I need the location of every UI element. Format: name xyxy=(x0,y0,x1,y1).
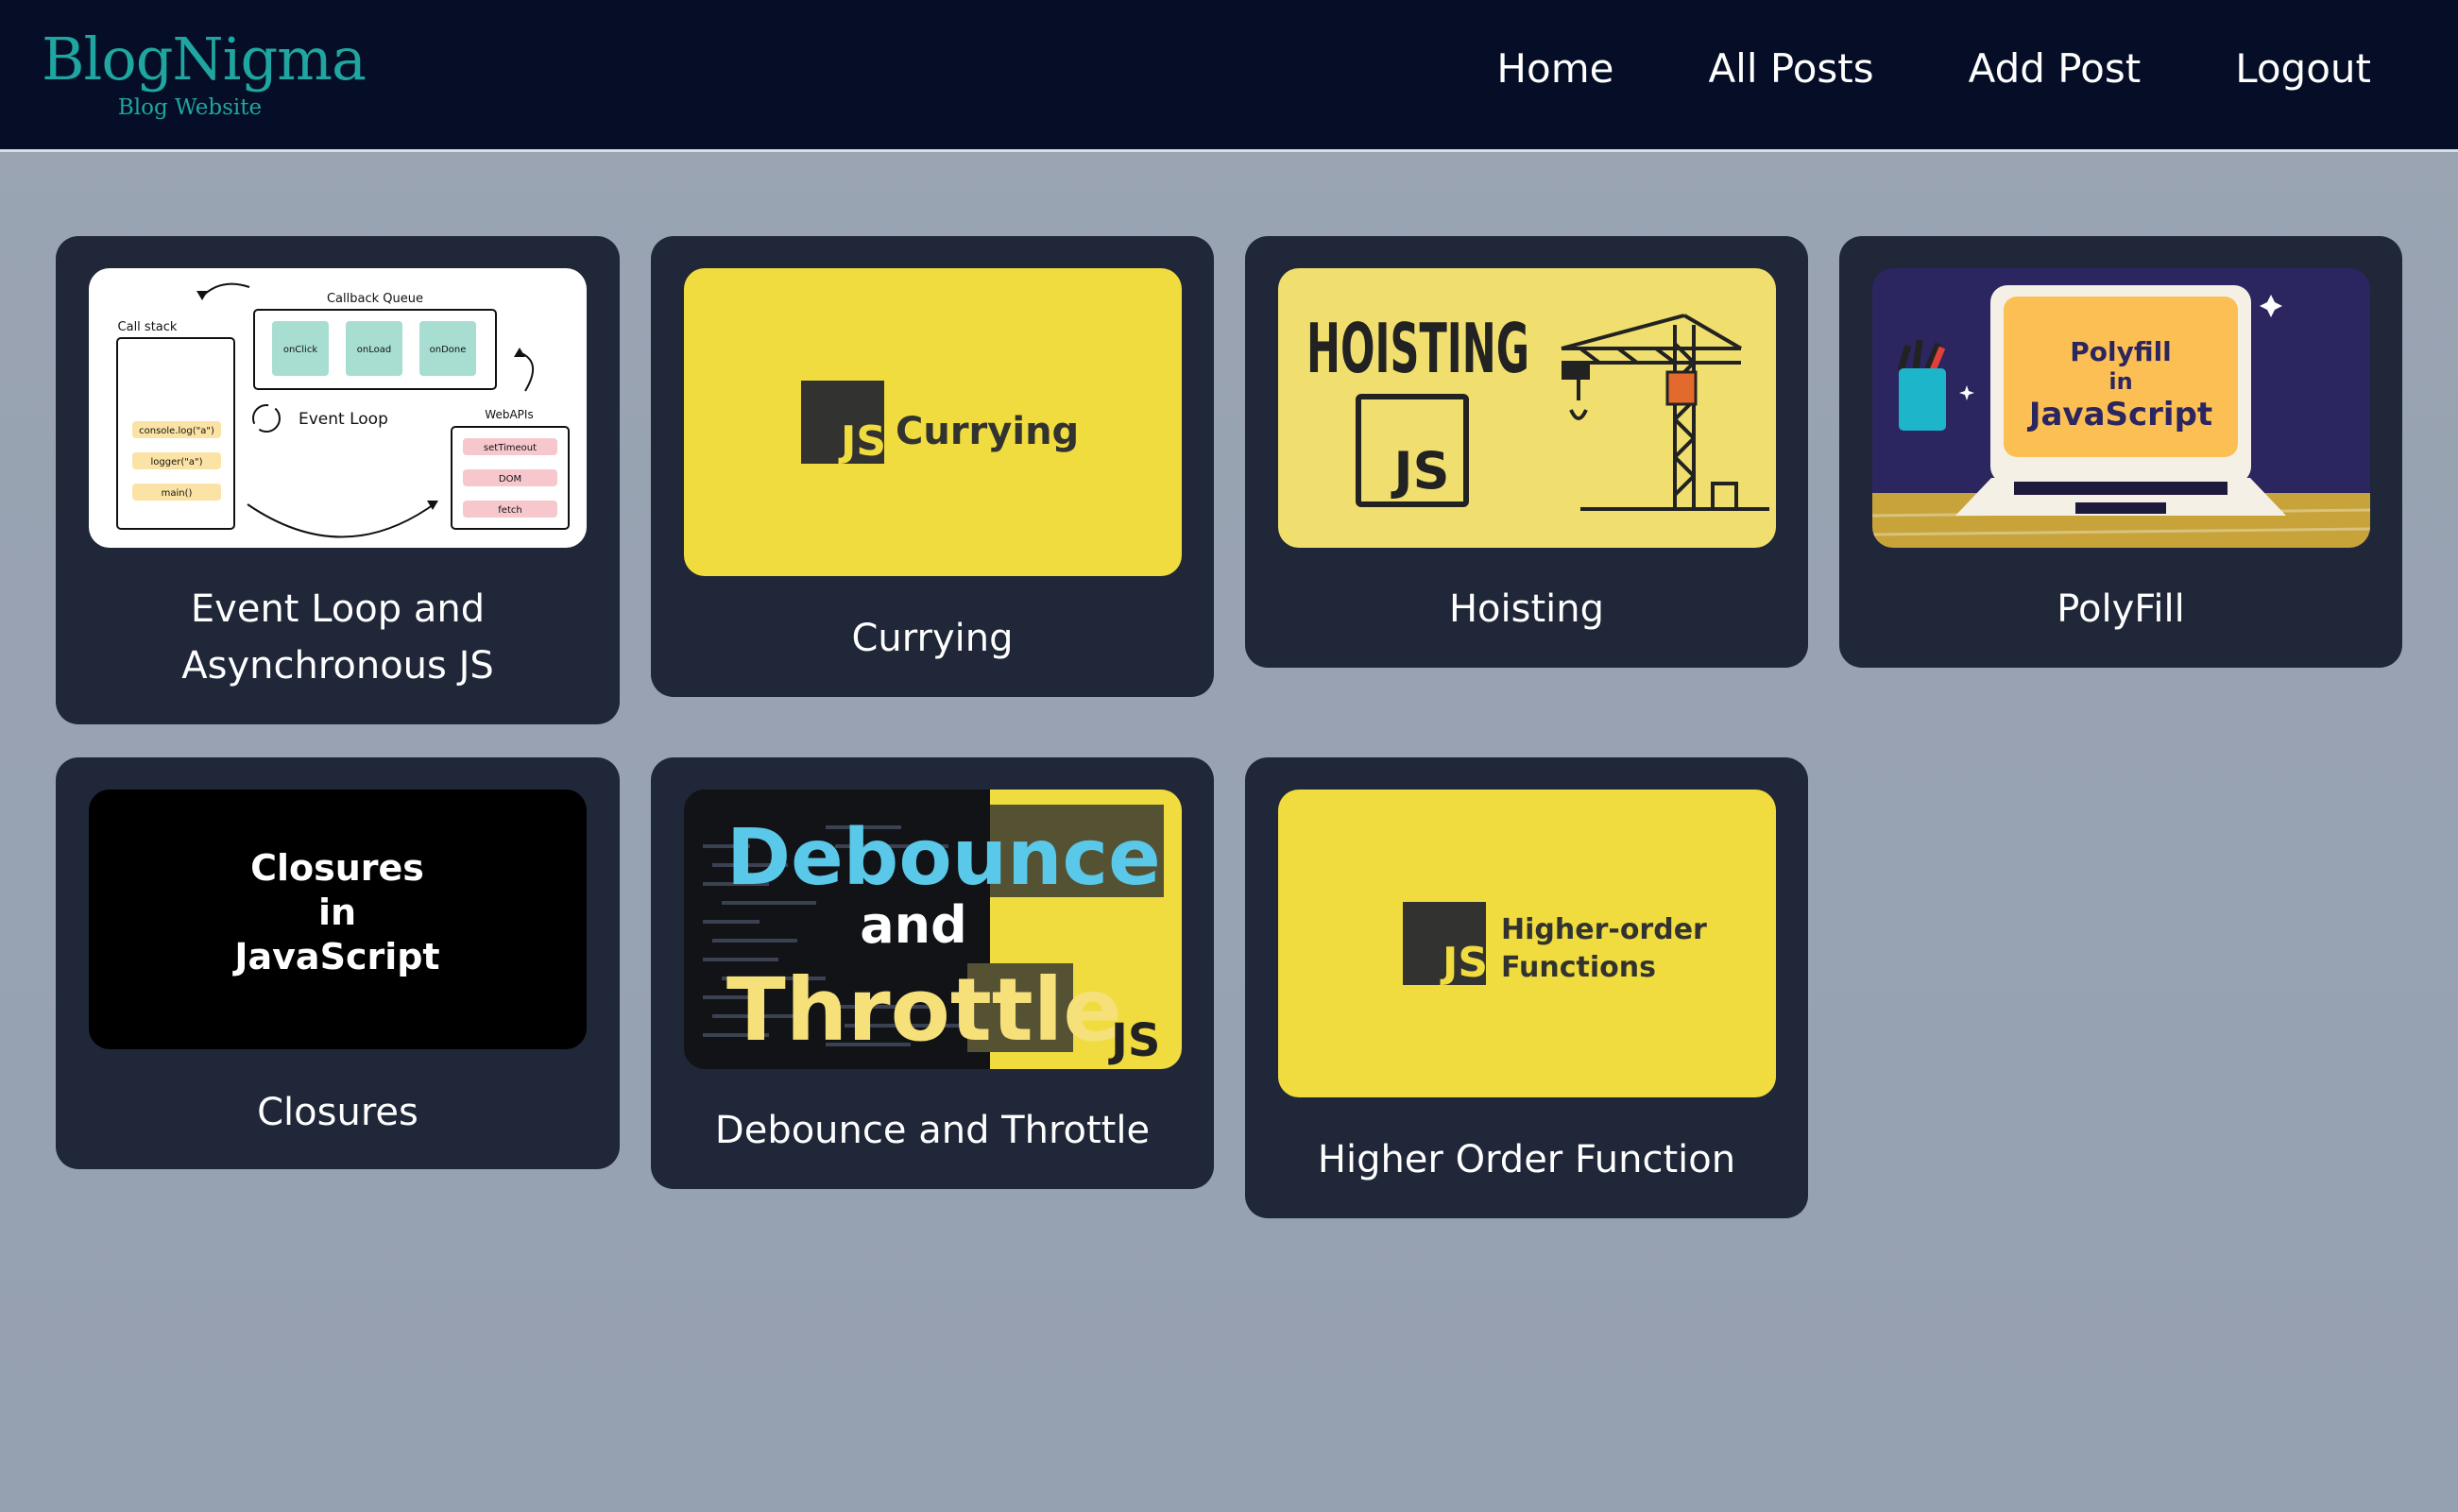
thumb-word: Throttle xyxy=(726,960,1122,1061)
post-title-line: Asynchronous JS xyxy=(181,644,494,688)
post-title[interactable]: Debounce and Throttle xyxy=(651,1102,1214,1159)
diagram-callback-queue-label: Callback Queue xyxy=(327,292,423,306)
brand-logo[interactable]: BlogNigma Blog Website xyxy=(42,25,367,121)
nav-add-post-link[interactable]: Add Post xyxy=(1969,38,2142,100)
diagram-call-stack-label: Call stack xyxy=(118,320,178,334)
diagram-queue-item: onDone xyxy=(430,345,467,355)
post-title[interactable]: Hoisting xyxy=(1245,581,1808,637)
diagram-queue-item: onClick xyxy=(283,345,317,355)
post-thumbnail: JS Higher-order Functions xyxy=(1278,790,1776,1097)
crane-icon xyxy=(1561,314,1769,511)
diagram-event-loop-label: Event Loop xyxy=(299,410,388,429)
thumb-line: in xyxy=(318,892,356,933)
js-logo-icon: JS xyxy=(1391,441,1450,501)
post-thumbnail: JS Currying xyxy=(684,268,1182,576)
thumb-line: in xyxy=(2108,368,2132,395)
nav-logout-link[interactable]: Logout xyxy=(2235,38,2371,100)
post-title[interactable]: PolyFill xyxy=(1839,581,2402,637)
thumb-word: and xyxy=(860,895,967,955)
thumb-line: Closures xyxy=(250,847,424,889)
diagram-api-item: fetch xyxy=(498,505,521,516)
brand-subtitle: Blog Website xyxy=(117,95,263,120)
post-card-currying[interactable]: JS Currying Currying xyxy=(651,236,1214,697)
main-nav: Home All Posts Add Post Logout xyxy=(1496,38,2371,100)
post-thumbnail: Debounce and Throttle JS xyxy=(684,790,1182,1069)
thumb-line: Polyfill xyxy=(2070,336,2172,367)
post-title[interactable]: Closures xyxy=(56,1084,620,1141)
diagram-stack-item: main() xyxy=(162,488,193,499)
post-card-higher-order-function[interactable]: JS Higher-order Functions Higher Order F… xyxy=(1245,757,1808,1218)
pencil-cup-icon xyxy=(1897,339,1946,431)
thumb-word: Debounce xyxy=(726,813,1161,903)
post-title[interactable]: Higher Order Function xyxy=(1245,1131,1808,1188)
thumb-heading: HOISTING xyxy=(1306,309,1529,388)
post-thumbnail: HOISTING JS xyxy=(1278,268,1776,548)
post-title[interactable]: Currying xyxy=(651,610,1214,667)
post-card-closures[interactable]: Closures in JavaScript Closures xyxy=(56,757,620,1169)
post-card-event-loop[interactable]: Call stack console.log("a") logger("a") … xyxy=(56,236,620,724)
diagram-web-apis-label: WebAPIs xyxy=(485,408,533,421)
diagram-stack-item: console.log("a") xyxy=(139,426,214,436)
post-title-line: Event Loop and xyxy=(190,587,486,631)
post-title[interactable]: Event Loop and Asynchronous JS xyxy=(56,581,620,694)
post-thumbnail: Closures in JavaScript xyxy=(89,790,587,1049)
diagram-api-item: setTimeout xyxy=(484,443,537,453)
thumb-line: JavaScript xyxy=(2027,396,2212,433)
post-card-polyfill[interactable]: Polyfill in JavaScript PolyFill xyxy=(1839,236,2402,668)
post-thumbnail: Call stack console.log("a") logger("a") … xyxy=(89,268,587,548)
nav-home-link[interactable]: Home xyxy=(1496,38,1613,100)
diagram-stack-item: logger("a") xyxy=(151,457,203,467)
js-logo-icon: JS xyxy=(838,417,886,466)
thumb-line: Functions xyxy=(1501,951,1656,984)
diagram-api-item: DOM xyxy=(499,474,521,484)
thumb-line: JavaScript xyxy=(231,936,439,977)
post-card-debounce-throttle[interactable]: Debounce and Throttle JS Debounce and Th… xyxy=(651,757,1214,1189)
post-card-hoisting[interactable]: HOISTING JS Hoisting xyxy=(1245,236,1808,668)
js-logo-icon: JS xyxy=(1440,939,1488,987)
top-navbar: BlogNigma Blog Website Home All Posts Ad… xyxy=(0,0,2458,152)
thumb-label: Currying xyxy=(896,410,1079,453)
diagram-queue-item: onLoad xyxy=(357,345,391,355)
brand-title: BlogNigma xyxy=(42,25,367,93)
nav-all-posts-link[interactable]: All Posts xyxy=(1708,38,1873,100)
js-logo-icon: JS xyxy=(1108,1014,1160,1067)
thumb-line: Higher-order xyxy=(1501,913,1707,946)
post-thumbnail: Polyfill in JavaScript xyxy=(1872,268,2370,548)
